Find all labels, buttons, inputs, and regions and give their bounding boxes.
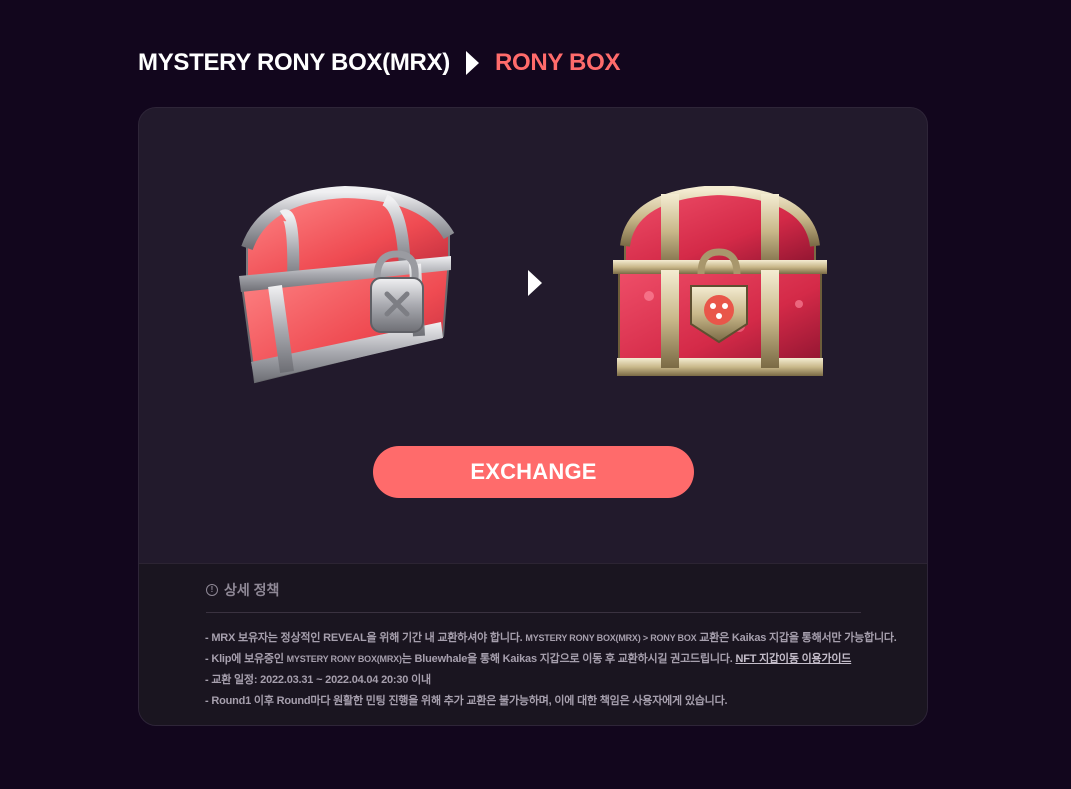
policy-title: 상세 정책 (224, 582, 280, 598)
gold-chest-image (613, 186, 827, 376)
policy-item: - Klip에 보유중인 MYSTERY RONY BOX(MRX)는 Blue… (205, 649, 897, 670)
policy-header: ! 상세 정책 (206, 580, 279, 600)
policy-item: - 교환 일정: 2022.03.31 ~ 2022.04.04 20:30 이… (205, 670, 897, 691)
silver-chest-image (239, 186, 455, 384)
info-circle-icon: ! (206, 584, 218, 596)
exchange-card: EXCHANGE ! 상세 정책 - MRX 보유자는 정상적인 REVEAL을… (138, 107, 928, 726)
policy-item: - MRX 보유자는 정상적인 REVEAL을 위해 기간 내 교환하셔야 합니… (205, 628, 897, 649)
divider (206, 612, 861, 613)
policy-text: - Round1 이후 Round마다 원활한 민팅 진행을 위해 추가 교환은… (205, 695, 728, 707)
policy-list: - MRX 보유자는 정상적인 REVEAL을 위해 기간 내 교환하셔야 합니… (205, 628, 897, 712)
policy-text-small: MYSTERY RONY BOX(MRX) (286, 654, 402, 664)
exchange-stage: EXCHANGE (139, 108, 927, 563)
exchange-arrow-icon (528, 270, 542, 296)
exchange-button[interactable]: EXCHANGE (373, 446, 694, 498)
policy-text: 는 Bluewhale을 통해 Kaikas 지갑으로 이동 후 교환하시길 권… (401, 653, 736, 665)
breadcrumb-source: MYSTERY RONY BOX(MRX) (138, 49, 450, 76)
chevron-right-icon (465, 51, 479, 75)
policy-text: 교환은 Kaikas 지갑을 통해서만 가능합니다. (696, 632, 897, 644)
wallet-guide-link[interactable]: NFT 지갑이동 이용가이드 (735, 653, 851, 665)
policy-section: ! 상세 정책 - MRX 보유자는 정상적인 REVEAL을 위해 기간 내 … (139, 563, 927, 725)
policy-item: - Round1 이후 Round마다 원활한 민팅 진행을 위해 추가 교환은… (205, 691, 897, 712)
policy-text: - MRX 보유자는 정상적인 REVEAL을 위해 기간 내 교환하셔야 합니… (205, 632, 526, 644)
policy-text: - 교환 일정: 2022.03.31 ~ 2022.04.04 20:30 이… (205, 674, 431, 686)
policy-text-small: MYSTERY RONY BOX(MRX) > RONY BOX (525, 633, 697, 643)
breadcrumb-target: RONY BOX (494, 49, 621, 76)
policy-text: - Klip에 보유중인 (205, 653, 287, 665)
breadcrumb: MYSTERY RONY BOX(MRX) RONY BOX (138, 46, 620, 80)
